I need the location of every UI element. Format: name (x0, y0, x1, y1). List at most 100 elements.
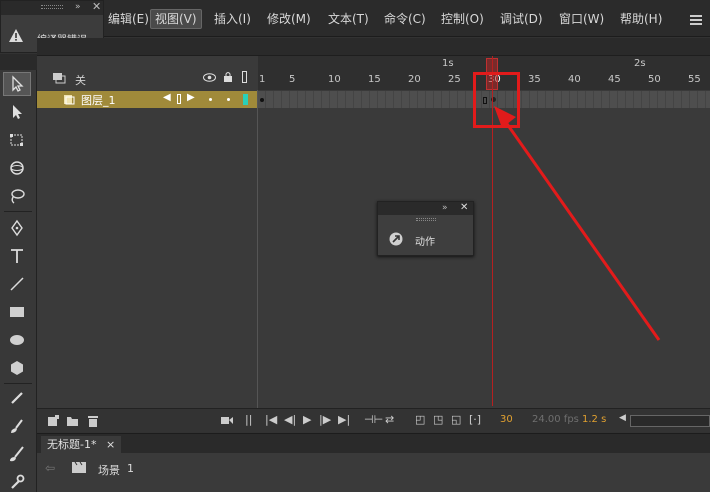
timeline-panel: 关 1s 2s 1 5 10 15 20 25 30 35 40 45 50 5… (37, 56, 710, 432)
collapse-icon[interactable]: » (442, 202, 448, 214)
subselection-tool[interactable] (3, 100, 31, 124)
next-keyframe-icon[interactable]: ▶ (187, 92, 195, 103)
visibility-dot[interactable] (209, 98, 212, 101)
prev-keyframe-icon[interactable]: ◀ (163, 92, 171, 103)
actions-label[interactable]: 动作 (415, 233, 435, 248)
frame-number: 50 (648, 74, 661, 85)
menu-help[interactable]: 帮助(H) (616, 9, 666, 29)
bone-tool[interactable] (3, 470, 31, 492)
menu-modify[interactable]: 修改(M) (263, 9, 315, 29)
menu-view[interactable]: 视图(V) (150, 9, 202, 29)
layers-icon (53, 73, 66, 84)
menu-insert[interactable]: 插入(I) (210, 9, 255, 29)
rectangle-icon (10, 307, 24, 317)
back-arrow-icon[interactable]: ⇦ (45, 461, 55, 475)
text-tool[interactable] (3, 244, 31, 268)
menu-window[interactable]: 窗口(W) (555, 9, 608, 29)
selection-tool[interactable] (3, 72, 31, 96)
line-tool[interactable] (3, 272, 31, 296)
onion-skin-icon[interactable]: ◰ (415, 413, 425, 426)
last-frame-icon[interactable]: ▶| (338, 413, 350, 426)
menu-commands[interactable]: 命令(C) (380, 9, 430, 29)
brush-tool[interactable] (3, 414, 31, 438)
keyframe-icon[interactable] (177, 94, 181, 104)
pencil-tool[interactable] (3, 386, 31, 410)
current-frame-value[interactable]: 30 (500, 414, 513, 425)
first-frame-icon[interactable]: |◀ (265, 413, 277, 426)
edit-multiple-icon[interactable]: ◱ (451, 413, 461, 426)
panel-header[interactable]: » ✕ (378, 202, 473, 215)
grip-icon[interactable] (41, 5, 63, 9)
loop-icon[interactable]: ⇄ (385, 413, 394, 426)
pause-icon[interactable]: || (245, 413, 252, 426)
tools-header[interactable] (0, 54, 37, 70)
elapsed-time-value[interactable]: 1.2 s (582, 414, 606, 425)
timeline-status-bar: || |◀ ◀| ▶ |▶ ▶| ⊣⊢ ⇄ ◰ ◳ ◱ [·] 30 24.00… (37, 408, 710, 432)
frames-area[interactable] (258, 108, 710, 408)
scene-label[interactable]: 场景 (98, 462, 120, 478)
outline-icon[interactable] (242, 71, 247, 83)
eye-icon[interactable] (203, 73, 216, 82)
camera-icon[interactable] (220, 415, 234, 426)
animate-app-window: 编辑(E) 视图(V) 插入(I) 修改(M) 文本(T) 命令(C) 控制(O… (0, 0, 710, 492)
menu-edit[interactable]: 编辑(E) (104, 9, 153, 29)
step-back-icon[interactable]: ◀| (284, 413, 296, 426)
collapse-icon[interactable]: » (75, 1, 81, 13)
menu-bar: 编辑(E) 视图(V) 插入(I) 修改(M) 文本(T) 命令(C) 控制(O… (0, 0, 710, 37)
paint-brush-tool[interactable] (3, 442, 31, 466)
center-frame-icon[interactable]: ⊣⊢ (364, 413, 383, 426)
layer-row[interactable]: 图层_1 ◀ ▶ (37, 91, 258, 108)
oval-icon (10, 335, 24, 345)
transform-icon (10, 134, 23, 146)
lock-dot[interactable] (227, 98, 230, 101)
outline-color-swatch[interactable] (243, 94, 248, 105)
menu-text[interactable]: 文本(T) (324, 9, 373, 29)
panel-header[interactable]: » ✕ (1, 1, 103, 15)
frame-number: 35 (528, 74, 541, 85)
actions-panel: » ✕ 动作 (377, 201, 474, 256)
actions-arrow-icon (389, 232, 403, 246)
close-icon[interactable]: × (106, 438, 115, 451)
pen-tool[interactable] (3, 216, 31, 240)
rectangle-tool[interactable] (3, 300, 31, 324)
scroll-left-icon[interactable]: ◀ (619, 413, 626, 423)
timeline-horizontal-scrollbar[interactable] (630, 415, 710, 427)
scene-bar: ⇦ 场景 1 (37, 453, 710, 492)
globe-icon (10, 161, 24, 175)
onion-markers-icon[interactable]: [·] (469, 413, 481, 426)
step-forward-icon[interactable]: |▶ (319, 413, 331, 426)
lock-icon[interactable] (223, 71, 233, 83)
trash-icon[interactable] (87, 414, 99, 427)
frame-number: 5 (289, 74, 296, 85)
grip-icon[interactable] (416, 218, 436, 221)
polystar-tool[interactable] (3, 356, 31, 380)
second-label: 2s (634, 58, 646, 69)
close-icon[interactable]: ✕ (460, 202, 468, 214)
frame-number: 15 (368, 74, 381, 85)
divider (4, 211, 32, 212)
layer-header: 关 (37, 70, 258, 90)
frame-number: 20 (408, 74, 421, 85)
keyframe-dot[interactable] (260, 98, 264, 102)
layer-icon (64, 95, 75, 105)
free-transform-tool[interactable] (3, 128, 31, 152)
new-layer-icon[interactable] (47, 415, 60, 427)
menu-debug[interactable]: 调试(D) (496, 9, 547, 29)
menu-control[interactable]: 控制(O) (437, 9, 488, 29)
frame-number: 10 (328, 74, 341, 85)
play-icon[interactable]: ▶ (303, 413, 311, 426)
document-tab-label[interactable]: 无标题-1* (47, 438, 96, 451)
oval-tool[interactable] (3, 328, 31, 352)
document-tab[interactable]: 无标题-1* × (41, 436, 122, 454)
3d-rotation-tool[interactable] (3, 156, 31, 180)
hamburger-icon[interactable] (689, 12, 703, 26)
onion-outline-icon[interactable]: ◳ (433, 413, 443, 426)
close-icon[interactable]: ✕ (92, 1, 101, 13)
text-t-icon (11, 249, 23, 263)
layer-name[interactable]: 图层_1 (81, 92, 116, 108)
new-folder-icon[interactable] (66, 415, 79, 427)
annotation-highlight-box (473, 72, 520, 128)
fps-value[interactable]: 24.00 fps (532, 414, 579, 425)
scene-number: 1 (127, 462, 134, 475)
lasso-tool[interactable] (3, 184, 31, 208)
